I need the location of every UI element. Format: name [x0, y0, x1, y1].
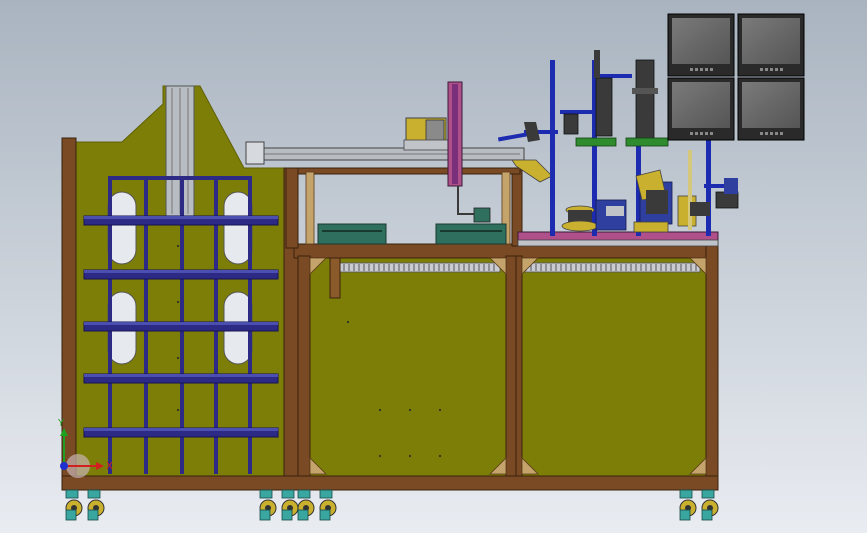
camera-body-1: [595, 77, 613, 137]
triad-z-axis: [60, 462, 68, 470]
cad-viewport[interactable]: X Y: [0, 0, 867, 533]
monitor-4: [737, 77, 805, 141]
tray-left: [317, 223, 387, 245]
gantry-top-brace: [297, 167, 521, 175]
camera-green-plate-1: [575, 137, 617, 147]
magazine-rack: [83, 176, 279, 474]
camera-body-2: [635, 59, 655, 141]
camera-green-plate-2: [625, 137, 669, 147]
rack-shelf-highlight: [84, 270, 278, 273]
cabinet-inner-post: [515, 255, 523, 479]
camera-post-1: [550, 60, 555, 236]
rack-shelf-highlight: [84, 322, 278, 325]
rack-shelf-highlight: [84, 428, 278, 431]
monitor-screen: [742, 82, 800, 128]
triad-label-y: Y: [57, 418, 65, 429]
monitor-1: [667, 13, 735, 77]
cabinet-post-a: [297, 255, 311, 479]
tray-right: [435, 223, 507, 245]
rack-shelf-highlight: [84, 374, 278, 377]
base-rail: [61, 475, 719, 491]
base-frame: [61, 475, 719, 491]
monitor-screen: [672, 18, 730, 64]
monitor-3: [667, 77, 735, 141]
machine-assembly-drawing: X Y: [0, 0, 867, 533]
monitor-screen: [742, 18, 800, 64]
gantry-end-cap: [245, 141, 265, 165]
monitor-screen: [672, 82, 730, 128]
cabinet-hanging-pipe: [329, 257, 341, 299]
rack-top-bar: [108, 176, 252, 180]
rack-shelf-highlight: [84, 216, 278, 219]
cabinet-post-c: [705, 243, 719, 479]
gantry-frame-left: [285, 167, 299, 249]
monitor-2: [737, 13, 805, 77]
triad-label-x: X: [106, 461, 113, 472]
